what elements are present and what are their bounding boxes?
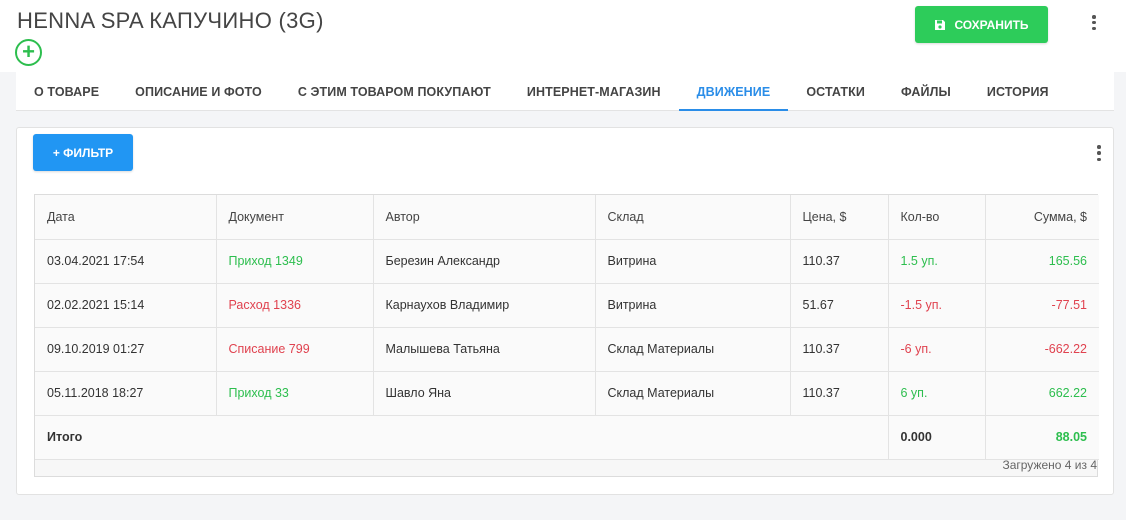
column-header-author[interactable]: Автор (373, 195, 596, 240)
cell-warehouse: Витрина (595, 283, 791, 328)
cell-document-link[interactable]: Списание 799 (216, 327, 374, 372)
tab-stock[interactable]: ОСТАТКИ (788, 72, 883, 111)
cell-date: 09.10.2019 01:27 (35, 327, 217, 372)
table-total-row: Итого 0.000 88.05 (35, 415, 1099, 460)
table-row[interactable]: 03.04.2021 17:54 Приход 1349 Березин Але… (35, 239, 1099, 284)
cell-author: Малышева Татьяна (373, 327, 596, 372)
tab-history[interactable]: ИСТОРИЯ (969, 72, 1067, 111)
cell-quantity: -1.5 уп. (888, 283, 986, 328)
plus-icon: + (22, 39, 35, 64)
header-menu-icon[interactable] (1092, 15, 1096, 30)
cell-sum: -77.51 (985, 283, 1099, 328)
cell-warehouse: Склад Материалы (595, 371, 791, 416)
page-header: HENNA SPA КАПУЧИНО (3G) + СОХРАНИТЬ (0, 0, 1126, 72)
tab-bar: О ТОВАРЕ ОПИСАНИЕ И ФОТО С ЭТИМ ТОВАРОМ … (16, 72, 1114, 111)
cell-author: Карнаухов Владимир (373, 283, 596, 328)
total-quantity: 0.000 (888, 415, 986, 460)
movement-table: Дата Документ Автор Склад Цена, $ Кол-во… (34, 194, 1099, 477)
floppy-disk-icon (935, 19, 946, 30)
cell-price: 110.37 (790, 239, 889, 284)
cell-warehouse: Витрина (595, 239, 791, 284)
cell-price: 110.37 (790, 371, 889, 416)
save-button-label: СОХРАНИТЬ (954, 17, 1029, 32)
table-row[interactable]: 09.10.2019 01:27 Списание 799 Малышева Т… (35, 327, 1099, 372)
cell-quantity: -6 уп. (888, 327, 986, 372)
tab-about[interactable]: О ТОВАРЕ (16, 72, 117, 111)
cell-date: 03.04.2021 17:54 (35, 239, 217, 284)
table-row[interactable]: 02.02.2021 15:14 Расход 1336 Карнаухов В… (35, 283, 1099, 328)
table-row[interactable]: 05.11.2018 18:27 Приход 33 Шавло Яна Скл… (35, 371, 1099, 416)
cell-author: Шавло Яна (373, 371, 596, 416)
cell-document-link[interactable]: Приход 33 (216, 371, 374, 416)
column-header-date[interactable]: Дата (35, 195, 217, 240)
cell-sum: 165.56 (985, 239, 1099, 284)
movement-card: + ФИЛЬТР Дата Документ Автор Склад Цена,… (16, 127, 1114, 495)
cell-price: 110.37 (790, 327, 889, 372)
tab-online-store[interactable]: ИНТЕРНЕТ-МАГАЗИН (509, 72, 679, 111)
cell-date: 05.11.2018 18:27 (35, 371, 217, 416)
cell-date: 02.02.2021 15:14 (35, 283, 217, 328)
cell-sum: -662.22 (985, 327, 1099, 372)
save-button[interactable]: СОХРАНИТЬ (915, 6, 1048, 43)
loaded-count: Загружено 4 из 4 (1002, 458, 1097, 472)
page-title: HENNA SPA КАПУЧИНО (3G) (17, 8, 324, 33)
column-header-quantity[interactable]: Кол-во (888, 195, 986, 240)
column-header-price[interactable]: Цена, $ (790, 195, 889, 240)
add-circle-button[interactable]: + (15, 39, 42, 66)
cell-quantity: 1.5 уп. (888, 239, 986, 284)
card-menu-icon[interactable] (1097, 145, 1101, 161)
cell-warehouse: Склад Материалы (595, 327, 791, 372)
cell-sum: 662.22 (985, 371, 1099, 416)
tab-files[interactable]: ФАЙЛЫ (883, 72, 969, 111)
column-header-warehouse[interactable]: Склад (595, 195, 791, 240)
tab-movement[interactable]: ДВИЖЕНИЕ (678, 72, 789, 111)
tab-description-photo[interactable]: ОПИСАНИЕ И ФОТО (117, 72, 280, 111)
total-sum: 88.05 (985, 415, 1099, 460)
column-header-sum[interactable]: Сумма, $ (985, 195, 1099, 240)
cell-price: 51.67 (790, 283, 889, 328)
cell-document-link[interactable]: Приход 1349 (216, 239, 374, 284)
column-header-document[interactable]: Документ (216, 195, 374, 240)
table-header-row: Дата Документ Автор Склад Цена, $ Кол-во… (35, 195, 1099, 240)
tab-bought-together[interactable]: С ЭТИМ ТОВАРОМ ПОКУПАЮТ (280, 72, 509, 111)
total-label: Итого (35, 415, 889, 460)
cell-document-link[interactable]: Расход 1336 (216, 283, 374, 328)
filter-button[interactable]: + ФИЛЬТР (33, 134, 133, 171)
cell-author: Березин Александр (373, 239, 596, 284)
cell-quantity: 6 уп. (888, 371, 986, 416)
